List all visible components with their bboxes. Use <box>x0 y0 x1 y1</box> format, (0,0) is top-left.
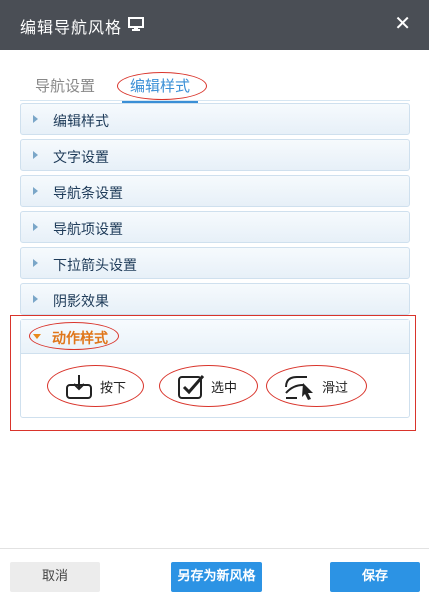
settings-panels: 编辑样式 文字设置 导航条设置 导航项设置 下拉箭头设置 阴影效果 <box>20 103 410 319</box>
dialog-title: 编辑导航风格 <box>20 18 123 37</box>
chevron-right-icon <box>33 187 38 195</box>
panel-navitem-settings[interactable]: 导航项设置 <box>20 211 410 243</box>
panel-label: 导航条设置 <box>53 186 123 202</box>
save-as-new-style-button[interactable]: 另存为新风格 <box>171 562 262 592</box>
panel-action-style-header[interactable]: 动作样式 <box>21 320 409 354</box>
action-option-selected[interactable]: 选中 <box>159 365 258 407</box>
panel-label: 阴影效果 <box>53 294 109 310</box>
save-button[interactable]: 保存 <box>330 562 420 592</box>
chevron-right-icon <box>33 295 38 303</box>
annotation-ellipse-tab <box>117 72 207 100</box>
tab-bar: 导航设置 编辑样式 <box>20 70 410 103</box>
chevron-down-icon <box>33 334 41 339</box>
checkbox-icon <box>178 375 205 399</box>
panel-navbar-settings[interactable]: 导航条设置 <box>20 175 410 207</box>
dialog-footer: 取消 另存为新风格 保存 <box>0 548 429 604</box>
panel-label: 下拉箭头设置 <box>53 258 137 274</box>
chevron-right-icon <box>33 223 38 231</box>
panel-label: 导航项设置 <box>53 222 123 238</box>
action-option-hover[interactable]: 滑过 <box>266 365 367 407</box>
cancel-button[interactable]: 取消 <box>10 562 100 592</box>
hover-cursor-icon <box>285 376 313 400</box>
monitor-icon <box>128 17 144 31</box>
panel-label: 文字设置 <box>53 150 109 166</box>
chevron-right-icon <box>33 259 38 267</box>
panel-edit-style[interactable]: 编辑样式 <box>20 103 410 135</box>
panel-text-settings[interactable]: 文字设置 <box>20 139 410 171</box>
chevron-right-icon <box>33 151 38 159</box>
press-icon <box>66 375 92 399</box>
option-label: 按下 <box>100 381 127 396</box>
close-icon[interactable]: ✕ <box>394 13 411 33</box>
panel-dropdown-arrow-settings[interactable]: 下拉箭头设置 <box>20 247 410 279</box>
option-label: 选中 <box>211 381 238 396</box>
chevron-right-icon <box>33 115 38 123</box>
dialog-titlebar: 编辑导航风格 ✕ <box>0 0 429 50</box>
option-label: 滑过 <box>322 381 349 396</box>
panel-label: 动作样式 <box>52 331 108 347</box>
panel-label: 编辑样式 <box>53 114 109 130</box>
tab-nav-settings[interactable]: 导航设置 <box>35 75 95 96</box>
action-option-press[interactable]: 按下 <box>47 365 144 407</box>
panel-shadow-effect[interactable]: 阴影效果 <box>20 283 410 315</box>
